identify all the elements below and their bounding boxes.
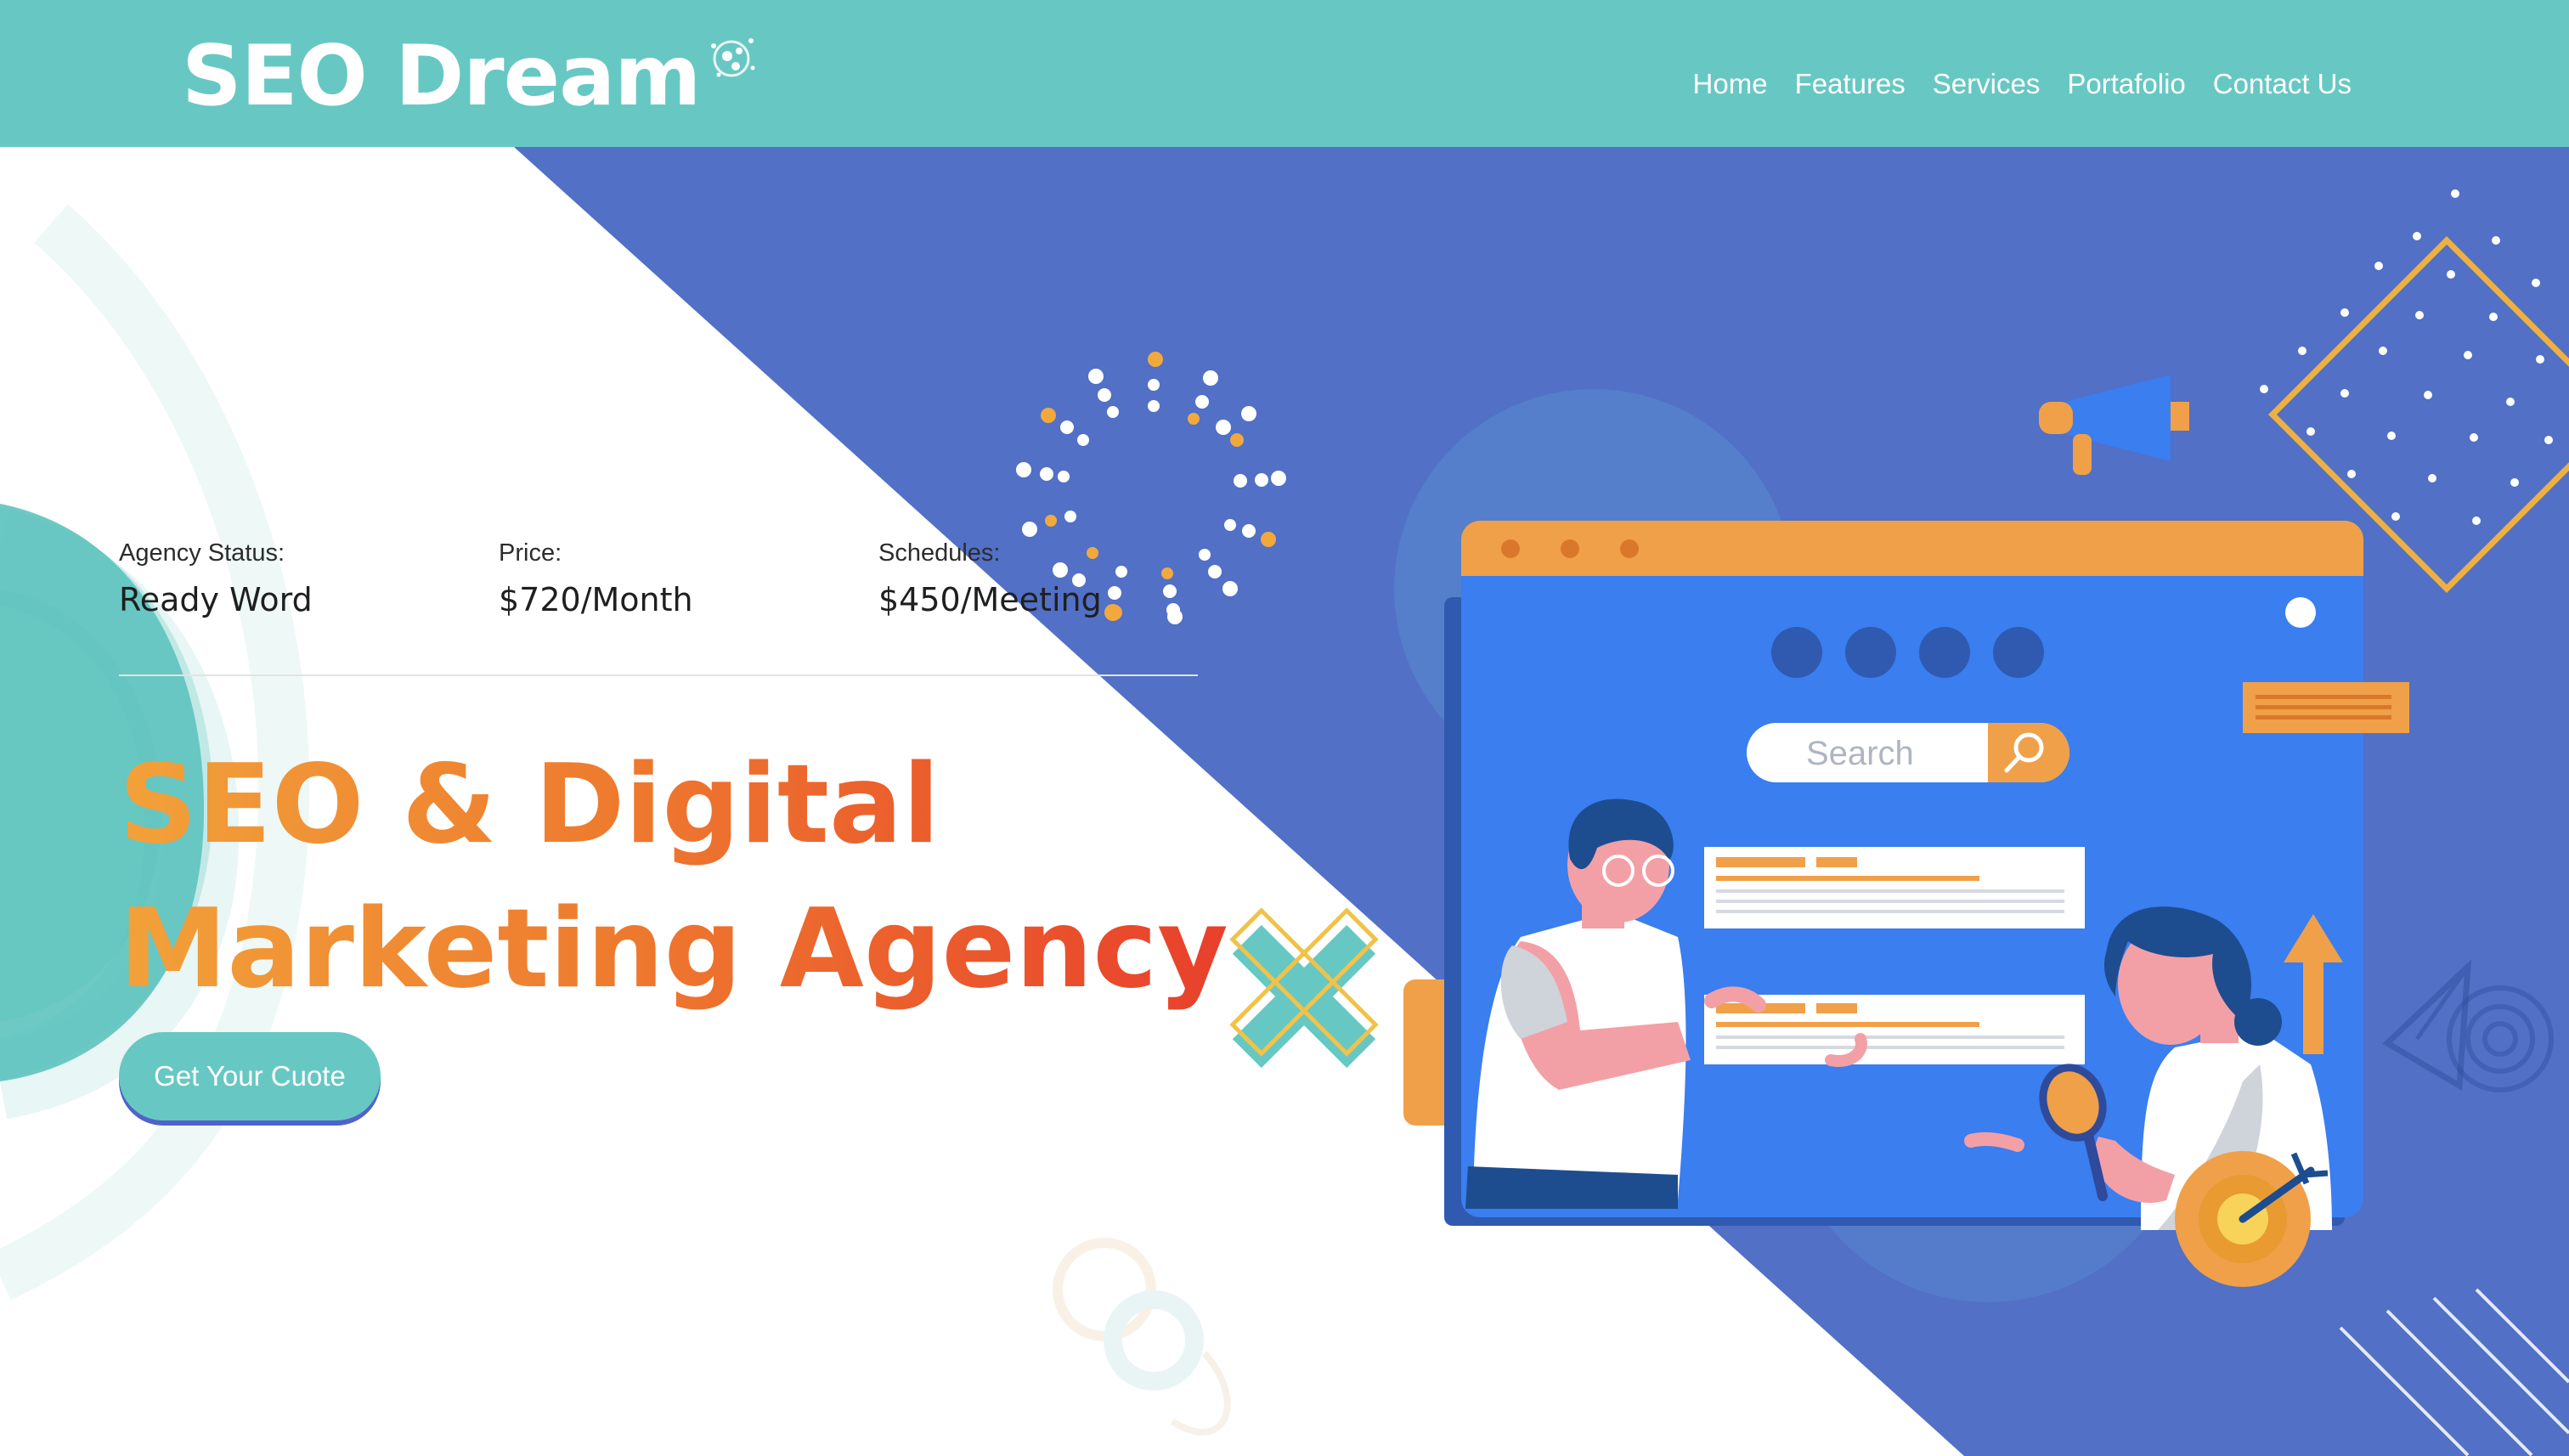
stats-divider <box>119 674 1198 676</box>
site-header: SEO Dream Home Features Services Portafo… <box>0 0 2569 147</box>
logo-dots-icon <box>711 38 755 77</box>
stat-label: Schedules: <box>878 539 1001 567</box>
headline-line-2: Marketing Agency <box>119 886 1228 1013</box>
stat-label: Agency Status: <box>119 539 285 567</box>
illustration-search-text: Search <box>1806 735 1914 772</box>
logo-text: SEO Dream <box>182 28 701 125</box>
get-quote-button[interactable]: Get Your Cuote <box>119 1032 381 1120</box>
stat-label: Price: <box>499 539 562 567</box>
stat-value: Ready Word <box>119 581 313 618</box>
hero-section: Search Agency Status: Ready Word Price: … <box>0 147 2569 1456</box>
agency-stats: Agency Status: Ready Word Price: $720/Mo… <box>119 539 1198 760</box>
nav-portfolio[interactable]: Portafolio <box>2067 68 2185 100</box>
nav-features[interactable]: Features <box>1795 68 1906 100</box>
stat-schedules: Schedules: $450/Meeting <box>878 539 1102 618</box>
headline-line-1: SEO & Digital <box>119 742 940 868</box>
stat-value: $450/Meeting <box>878 581 1102 618</box>
hero-headline: SEO & Digital Marketing Agency <box>119 733 1228 1022</box>
nav-contact-us[interactable]: Contact Us <box>2213 68 2352 100</box>
stat-agency-status: Agency Status: Ready Word <box>119 539 313 618</box>
nav-services[interactable]: Services <box>1933 68 2041 100</box>
stat-price: Price: $720/Month <box>499 539 693 618</box>
faint-circles-decoration <box>1053 1238 1231 1436</box>
main-nav: Home Features Services Portafolio Contac… <box>1693 68 2352 100</box>
stat-value: $720/Month <box>499 581 693 618</box>
nav-home[interactable]: Home <box>1693 68 1768 100</box>
logo[interactable]: SEO Dream <box>182 25 761 127</box>
